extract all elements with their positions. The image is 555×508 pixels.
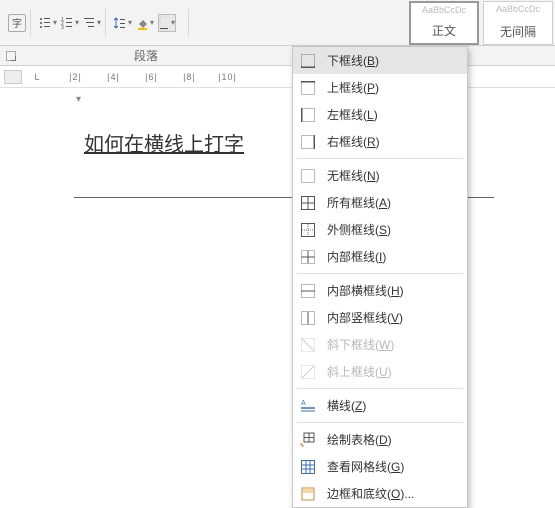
style-normal[interactable]: AaBbCcDc 正文 [409, 1, 479, 45]
border-all-icon [299, 194, 317, 212]
ruler-tick: L [28, 72, 47, 82]
chevron-down-icon: ▾ [128, 18, 132, 27]
chevron-down-icon: ▾ [53, 18, 57, 27]
ruler-tick: |4| [104, 72, 123, 82]
menu-item-hr[interactable]: A 横线(Z) [293, 392, 467, 419]
draw-table-icon [299, 431, 317, 449]
border-outside-icon [299, 221, 317, 239]
indent-marker-icon[interactable]: ▾ [76, 94, 81, 105]
menu-item-diag-down: 斜下框线(W) [293, 331, 467, 358]
menu-item-borders-shading[interactable]: 边框和底纹(O)... [293, 480, 467, 507]
menu-item-label: 左框线(L) [327, 106, 457, 123]
separator [30, 9, 31, 37]
menu-item-border-right[interactable]: 右框线(R) [293, 128, 467, 155]
multilevel-list-button[interactable]: ▾ [83, 14, 101, 32]
border-inside-icon [299, 248, 317, 266]
borders-dropdown-menu: 下框线(B) 上框线(P) 左框线(L) 右框线(R) 无框线(N) 所有框线(A) 外侧框… [292, 46, 468, 508]
menu-item-label: 绘制表格(D) [327, 431, 457, 448]
svg-text:3: 3 [61, 25, 64, 30]
bullets-button[interactable]: ▾ [39, 14, 57, 32]
ruler-tick: |8| [180, 72, 199, 82]
menu-item-border-inside-v[interactable]: 内部竖框线(V) [293, 304, 467, 331]
line-spacing-button[interactable]: ▾ [114, 14, 132, 32]
chevron-down-icon: ▾ [75, 18, 79, 27]
ruler-tick: |10| [218, 72, 237, 82]
menu-item-label: 外侧框线(S) [327, 221, 457, 238]
border-right-icon [299, 133, 317, 151]
border-none-icon [299, 167, 317, 185]
menu-item-label: 无框线(N) [327, 167, 457, 184]
dialog-launcher-icon[interactable] [6, 51, 16, 61]
menu-item-border-bottom[interactable]: 下框线(B) [293, 47, 467, 74]
ribbon-paragraph-group: 字 ▾ 123 ▾ ▾ ▾ ▾ ▾ AaBbCcDc 正文 AaBbCcDc 无… [0, 0, 555, 46]
menu-item-label: 查看网格线(G) [327, 458, 457, 475]
document-area[interactable]: ▾ 如何在横线上打字 [0, 88, 555, 198]
border-top-icon [299, 79, 317, 97]
border-inside-h-icon [299, 282, 317, 300]
menu-item-label: 右框线(R) [327, 133, 457, 150]
separator [105, 9, 106, 37]
menu-item-border-none[interactable]: 无框线(N) [293, 162, 467, 189]
border-bottom-icon [299, 52, 317, 70]
style-no-spacing[interactable]: AaBbCcDc 无间隔 [483, 1, 553, 45]
menu-item-label: 内部竖框线(V) [327, 309, 457, 326]
chevron-down-icon: ▾ [150, 18, 154, 27]
menu-item-label: 内部框线(I) [327, 248, 457, 265]
view-grid-icon [299, 458, 317, 476]
diag-down-icon [299, 336, 317, 354]
borders-button[interactable]: ▾ [158, 14, 176, 32]
menu-item-border-left[interactable]: 左框线(L) [293, 101, 467, 128]
menu-item-border-all[interactable]: 所有框线(A) [293, 189, 467, 216]
ribbon-group-label-row: 段落 [0, 46, 555, 66]
separator [188, 9, 189, 37]
group-label-paragraph: 段落 [16, 47, 276, 64]
menu-item-label: 斜下框线(W) [327, 336, 457, 353]
style-label: 正文 [432, 22, 456, 39]
styles-gallery: AaBbCcDc 正文 AaBbCcDc 无间隔 [409, 1, 555, 45]
menu-item-border-top[interactable]: 上框线(P) [293, 74, 467, 101]
menu-item-label: 横线(Z) [327, 397, 457, 414]
border-left-icon [299, 106, 317, 124]
numbering-button[interactable]: 123 ▾ [61, 14, 79, 32]
menu-item-view-grid[interactable]: 查看网格线(G) [293, 453, 467, 480]
diag-up-icon [299, 363, 317, 381]
hr-icon: A [299, 397, 317, 415]
shading-button[interactable]: ▾ [136, 14, 154, 32]
menu-item-border-inside-h[interactable]: 内部横框线(H) [293, 277, 467, 304]
svg-text:A: A [301, 400, 306, 407]
menu-item-label: 上框线(P) [327, 79, 457, 96]
chevron-down-icon: ▾ [97, 18, 101, 27]
menu-item-label: 斜上框线(U) [327, 363, 457, 380]
style-label: 无间隔 [500, 23, 536, 40]
chevron-down-icon: ▾ [171, 18, 175, 27]
menu-item-border-inside[interactable]: 内部框线(I) [293, 243, 467, 270]
menu-separator [297, 158, 463, 159]
asian-layout-icon[interactable]: 字 [8, 14, 26, 32]
ruler-tick: |2| [66, 72, 85, 82]
menu-separator [297, 273, 463, 274]
menu-separator [297, 388, 463, 389]
ruler-cap [4, 70, 22, 84]
menu-separator [297, 422, 463, 423]
menu-item-label: 所有框线(A) [327, 194, 457, 211]
menu-item-diag-up: 斜上框线(U) [293, 358, 467, 385]
horizontal-ruler[interactable]: L|2||4||6||8||10||22||24| [0, 66, 555, 88]
ruler-tick: |6| [142, 72, 161, 82]
border-inside-v-icon [299, 309, 317, 327]
menu-item-label: 边框和底纹(O)... [327, 485, 457, 502]
menu-item-draw-table[interactable]: 绘制表格(D) [293, 426, 467, 453]
menu-item-border-outside[interactable]: 外侧框线(S) [293, 216, 467, 243]
menu-item-label: 内部横框线(H) [327, 282, 457, 299]
menu-item-label: 下框线(B) [327, 52, 457, 69]
